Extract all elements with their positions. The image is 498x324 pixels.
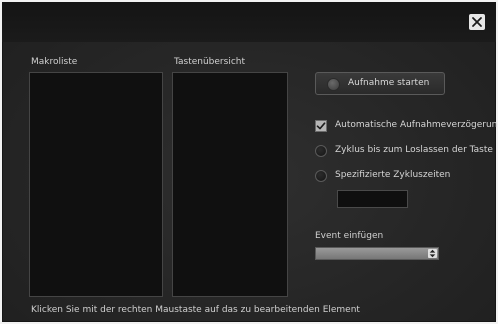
cycle-times-input[interactable] (337, 190, 408, 208)
spinner-arrows-icon (428, 249, 437, 258)
record-dot-icon (327, 78, 340, 91)
key-overview-list[interactable] (172, 72, 288, 297)
close-button[interactable] (469, 14, 485, 30)
close-icon (472, 17, 482, 27)
checkmark-icon (316, 122, 326, 130)
key-overview-label: Tastenübersicht (174, 57, 246, 67)
macro-dialog: Makroliste Tastenübersicht Aufnahme star… (2, 2, 498, 322)
start-recording-button[interactable]: Aufnahme starten (315, 72, 445, 95)
insert-event-select[interactable] (315, 247, 439, 260)
title-bar (2, 2, 496, 42)
footer-hint: Klicken Sie mit der rechten Maustaste au… (31, 305, 360, 315)
macro-list-label: Makroliste (31, 57, 78, 67)
cycle-until-release-radio[interactable] (315, 145, 327, 157)
macro-list[interactable] (29, 72, 163, 297)
cycle-until-release-label: Zyklus bis zum Loslassen der Taste (335, 145, 493, 155)
auto-delay-label: Automatische Aufnahmeverzögerung (335, 120, 498, 130)
specified-cycle-times-radio[interactable] (315, 170, 327, 182)
auto-delay-checkbox[interactable] (315, 120, 327, 132)
start-recording-label: Aufnahme starten (348, 78, 430, 88)
insert-event-label: Event einfügen (315, 231, 384, 241)
specified-cycle-times-label: Spezifizierte Zykluszeiten (335, 170, 451, 180)
